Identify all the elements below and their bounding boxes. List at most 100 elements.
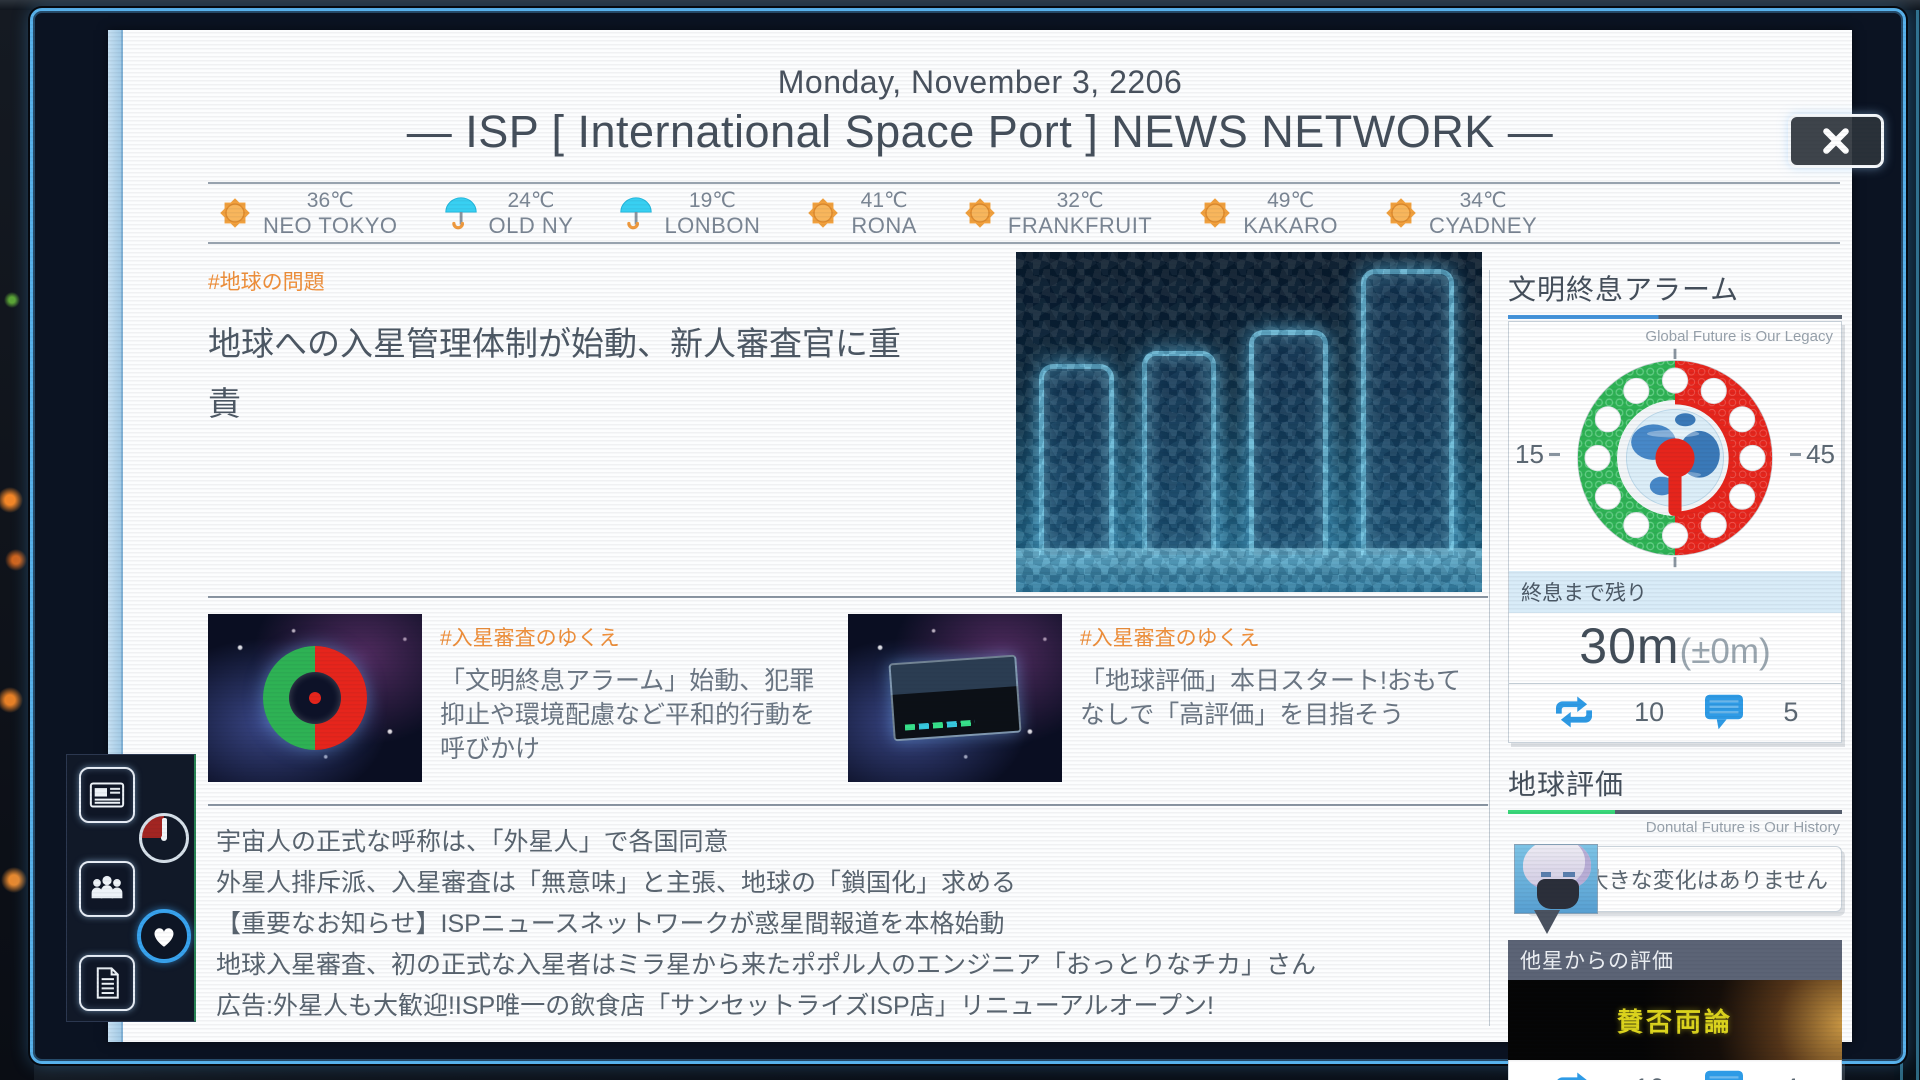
alarm-title: 文明終息アラーム — [1508, 268, 1842, 308]
date-heading: Monday, November 3, 2206 — [108, 64, 1852, 101]
retweet-icon — [1552, 694, 1596, 730]
main-article-image[interactable] — [1016, 252, 1482, 592]
documents-tab-button[interactable] — [79, 955, 135, 1011]
weather-temp: 32℃ — [1008, 188, 1152, 213]
title-underline — [1508, 810, 1842, 814]
bubble-tail — [1534, 910, 1560, 934]
weather-city: CYADNEY — [1429, 213, 1537, 239]
earth-rating-title: 地球評価 — [1508, 763, 1842, 803]
sub-article[interactable]: #入星審査のゆくえ 「文明終息アラーム」始動、犯罪抑止や環境配慮など平和的行動を… — [208, 614, 836, 782]
news-page: Monday, November 3, 2206 — ISP [ Interna… — [108, 30, 1852, 1042]
reporter-avatar — [1514, 844, 1598, 914]
page-title: — ISP [ International Space Port ] NEWS … — [108, 106, 1852, 158]
remaining-delta: (±0m) — [1680, 632, 1771, 671]
weather-city: NEO TOKYO — [263, 213, 398, 239]
weather-temp: 41℃ — [851, 188, 917, 213]
gauge-area: 15 45 — [1509, 345, 1841, 571]
weather-item: 24℃ OLD NY — [442, 188, 574, 239]
earth-rating-status: 大きな変化はありません — [1508, 844, 1842, 928]
weather-city: RONA — [851, 213, 917, 239]
newspaper-icon — [87, 775, 127, 815]
weather-item: 19℃ LONBON — [617, 188, 760, 239]
weather-item: 49℃ KAKARO — [1196, 188, 1338, 239]
mosaic-overlay — [1016, 252, 1482, 592]
verdict-text: 賛否両論 — [1617, 1002, 1733, 1039]
ticker-item[interactable]: 宇宙人の正式な呼称は、「外星人」で各国同意 — [216, 822, 1486, 863]
close-icon — [1820, 125, 1852, 157]
title-underline — [1508, 315, 1842, 319]
retweet-count: 16 — [1634, 1073, 1664, 1080]
article-headline: 地球への入星管理体制が始動、新人審査官に重責 — [208, 314, 928, 434]
umbrella-icon — [617, 194, 655, 232]
people-icon — [87, 869, 127, 909]
divider — [208, 804, 1488, 806]
weather-item: 41℃ RONA — [804, 188, 917, 239]
close-button[interactable] — [1788, 114, 1884, 168]
device-graphic — [888, 655, 1021, 742]
article-tag: #地球の問題 — [208, 266, 928, 296]
weather-temp: 49℃ — [1243, 188, 1338, 213]
gauge-max-label: 45 — [1790, 439, 1835, 470]
weather-temp: 19℃ — [664, 188, 760, 213]
people-tab-button[interactable] — [79, 861, 135, 917]
weather-temp: 36℃ — [263, 188, 398, 213]
earth-rating-motto: Donutal Future is Our History — [1510, 819, 1840, 836]
earth-rating-stats: 16 4 — [1508, 1060, 1842, 1080]
sub-article[interactable]: #入星審査のゆくえ 「地球評価」本日スタート!おもてなしで「高評価」を目指そう — [848, 614, 1488, 782]
news-tab-button[interactable] — [79, 767, 135, 823]
document-icon — [87, 963, 127, 1003]
sun-icon — [1382, 194, 1420, 232]
remaining-value: 30m(±0m) — [1509, 613, 1841, 684]
sun-icon — [216, 194, 254, 232]
weather-temp: 24℃ — [489, 188, 574, 213]
alarm-stats: 10 5 — [1509, 684, 1841, 742]
weather-city: LONBON — [664, 213, 760, 239]
main-article[interactable]: #地球の問題 地球への入星管理体制が始動、新人審査官に重責 — [208, 266, 928, 434]
ambient-lights-left — [0, 0, 34, 1080]
sidebar: 文明終息アラーム Global Future is Our Legacy — [1508, 268, 1842, 1080]
weather-city: KAKARO — [1243, 213, 1338, 239]
weather-bar: 36℃ NEO TOKYO 24℃ OLD NY 19℃ LONBON 41℃ … — [208, 182, 1840, 244]
comment-icon — [1703, 1069, 1745, 1080]
alarm-ring-graphic — [263, 646, 367, 750]
divider — [208, 596, 1488, 598]
sun-icon — [1196, 194, 1234, 232]
gauge-min-label: 15 — [1515, 439, 1560, 470]
sub-article-image[interactable] — [208, 614, 422, 782]
ticker-item[interactable]: 【重要なお知らせ】ISPニュースネットワークが惑星間報道を本格始動 — [216, 904, 1486, 945]
like-button[interactable] — [137, 909, 191, 963]
retweet-count: 10 — [1634, 697, 1664, 728]
comment-count: 5 — [1783, 697, 1798, 728]
weather-city: FRANKFRUIT — [1008, 213, 1152, 239]
other-planets-header: 他星からの評価 — [1508, 940, 1842, 980]
news-ticker: 宇宙人の正式な呼称は、「外星人」で各国同意 外星人排斥派、入星審査は「無意味」と… — [216, 822, 1486, 1027]
article-tag: #入星審査のゆくえ — [440, 622, 832, 652]
sub-article-image[interactable] — [848, 614, 1062, 782]
timer-indicator — [139, 813, 189, 863]
heart-icon — [150, 923, 178, 949]
tool-panel — [66, 754, 196, 1022]
tick-mark — [1549, 453, 1560, 456]
sun-icon — [804, 194, 842, 232]
remaining-minutes: 30m — [1579, 618, 1679, 674]
comment-count: 4 — [1783, 1073, 1798, 1080]
avatar-eyes — [1541, 872, 1575, 877]
weather-item: 34℃ CYADNEY — [1382, 188, 1537, 239]
sun-icon — [961, 194, 999, 232]
column-divider — [1489, 270, 1490, 1026]
umbrella-icon — [442, 194, 480, 232]
retweet-icon — [1552, 1070, 1596, 1080]
ticker-item[interactable]: 外星人排斥派、入星審査は「無意味」と主張、地球の「鎖国化」求める — [216, 863, 1486, 904]
alarm-card: Global Future is Our Legacy — [1508, 321, 1842, 743]
weather-temp: 34℃ — [1429, 188, 1537, 213]
ticker-item[interactable]: 広告:外星人も大歓迎!ISP唯一の飲食店「サンセットライズISP店」リニューアル… — [216, 986, 1486, 1027]
tick-mark — [1790, 453, 1801, 456]
alarm-motto: Global Future is Our Legacy — [1509, 322, 1841, 345]
doomsday-clock-gauge — [1563, 346, 1787, 570]
avatar-mask — [1537, 879, 1579, 909]
weather-item: 32℃ FRANKFRUIT — [961, 188, 1152, 239]
comment-icon — [1703, 693, 1745, 731]
ticker-item[interactable]: 地球入星審査、初の正式な入星者はミラ星から来たポポル人のエンジニア「おっとりなチ… — [216, 945, 1486, 986]
verdict-banner: 賛否両論 — [1508, 980, 1842, 1060]
article-tag: #入星審査のゆくえ — [1080, 622, 1472, 652]
